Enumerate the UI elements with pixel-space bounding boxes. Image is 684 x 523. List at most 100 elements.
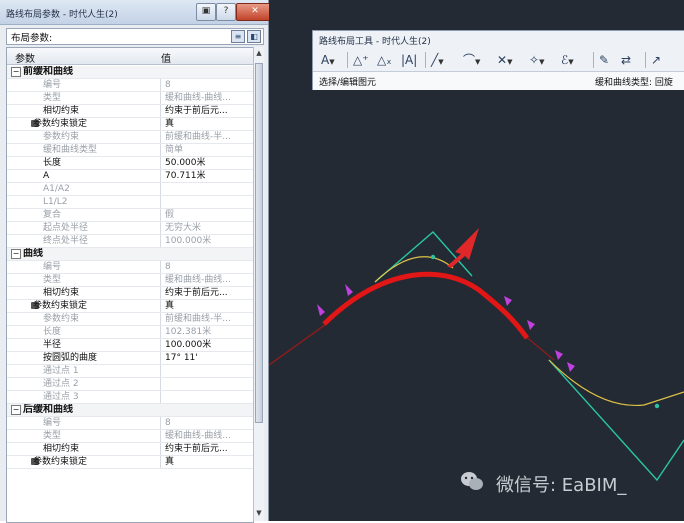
- layout-params-bar: 布局参数: ≡ ◧: [6, 28, 264, 45]
- parameter-value: 100.000米: [160, 235, 253, 247]
- curve-spiral-icon[interactable]: ✧▼: [529, 51, 544, 69]
- parameter-name: A: [43, 171, 50, 181]
- tangent-line-icon[interactable]: ╱▼: [431, 51, 444, 69]
- parameter-value[interactable]: 100.000米: [160, 339, 253, 351]
- parameter-row[interactable]: 类型 缓和曲线-曲线...: [7, 92, 253, 105]
- delete-PI-icon[interactable]: △ₓ: [377, 51, 392, 69]
- parameter-row[interactable]: 参数约束 前缓和曲线-半...: [7, 131, 253, 144]
- scroll-up-arrow-icon[interactable]: ▲: [255, 49, 263, 59]
- collapse-toggle-icon[interactable]: −: [11, 67, 21, 77]
- parameter-value[interactable]: 约束于前后元...: [160, 287, 253, 299]
- parameter-row[interactable]: 类型 缓和曲线-曲线...: [7, 274, 253, 287]
- parameter-value[interactable]: 约束于前后元...: [160, 105, 253, 117]
- parameter-value[interactable]: 真: [160, 118, 253, 130]
- parameter-value: 简单: [160, 144, 253, 156]
- parameter-row[interactable]: 编号 8: [7, 417, 253, 430]
- parameter-name: 曲线: [23, 248, 43, 259]
- scroll-down-arrow-icon[interactable]: ▼: [255, 509, 263, 519]
- parameter-row[interactable]: 缓和曲线类型 简单: [7, 144, 253, 157]
- parameter-value: 假: [160, 209, 253, 221]
- parameter-value: [160, 378, 253, 390]
- refresh-icon[interactable]: ◧: [247, 30, 261, 43]
- parameter-name: 相切约束: [43, 444, 80, 454]
- parameter-row[interactable]: 参数约束 前缓和曲线-半...: [7, 313, 253, 326]
- parameter-value[interactable]: 70.711米: [160, 170, 253, 182]
- parameter-row[interactable]: 参数约束锁定 真: [7, 118, 253, 131]
- parameter-row[interactable]: 类型 缓和曲线-曲线...: [7, 430, 253, 443]
- scroll-thumb[interactable]: [255, 63, 263, 423]
- parameter-row[interactable]: 相切约束 约束于前后元...: [7, 105, 253, 118]
- parameter-row[interactable]: 复合 假: [7, 209, 253, 222]
- group-row[interactable]: − 曲线: [7, 248, 253, 261]
- parameter-value: 8: [160, 79, 253, 91]
- parameter-row[interactable]: 参数约束锁定 真: [7, 300, 253, 313]
- parameter-row[interactable]: L1/L2: [7, 196, 253, 209]
- parameter-row[interactable]: 长度 102.381米: [7, 326, 253, 339]
- break-apart-icon[interactable]: |A|: [401, 51, 417, 69]
- parameter-value: 缓和曲线-曲线...: [160, 274, 253, 286]
- reverse-icon[interactable]: ⇄: [621, 51, 631, 69]
- parameter-row[interactable]: A1/A2: [7, 183, 253, 196]
- parameter-row[interactable]: 半径 100.000米: [7, 339, 253, 352]
- parameter-row[interactable]: 终点处半径 100.000米: [7, 235, 253, 248]
- toolbar-separator: [425, 52, 426, 68]
- parameter-name: 通过点 2: [43, 379, 79, 389]
- title-bar[interactable]: 路线布局参数 - 时代人生(2) ▣ ? ✕: [0, 0, 274, 25]
- parameter-row[interactable]: 通过点 3: [7, 391, 253, 404]
- parameter-row[interactable]: 起点处半径 无穷大米: [7, 222, 253, 235]
- grid-view-icon[interactable]: ≡: [231, 30, 245, 43]
- section-label: 布局参数:: [11, 33, 53, 44]
- parameter-name: 通过点 3: [43, 392, 79, 402]
- parameter-name: 通过点 1: [43, 366, 79, 376]
- parameter-row[interactable]: 按圆弧的曲度 17° 11': [7, 352, 253, 365]
- grip: [567, 362, 575, 372]
- add-PI-icon[interactable]: △⁺: [353, 51, 369, 69]
- group-row[interactable]: − 前缓和曲线: [7, 66, 253, 79]
- point-A-icon[interactable]: A▼: [321, 51, 335, 69]
- grip: [527, 320, 535, 330]
- collapse-toggle-icon[interactable]: −: [11, 249, 21, 259]
- pointer-arrow-icon: [447, 228, 479, 268]
- grip: [345, 284, 353, 296]
- parameter-row[interactable]: 编号 8: [7, 261, 253, 274]
- parameter-name: L1/L2: [43, 197, 68, 207]
- parameter-value[interactable]: 50.000米: [160, 157, 253, 169]
- parameter-name: 相切约束: [43, 106, 80, 116]
- parameter-row[interactable]: 通过点 2: [7, 378, 253, 391]
- toolbar-title: 路线布局工具 - 时代人生(2): [319, 37, 431, 47]
- parameter-row[interactable]: 长度 50.000米: [7, 157, 253, 170]
- parameter-row[interactable]: 相切约束 约束于前后元...: [7, 443, 253, 456]
- parameter-value[interactable]: 约束于前后元...: [160, 443, 253, 455]
- parameter-row[interactable]: 相切约束 约束于前后元...: [7, 287, 253, 300]
- help-button[interactable]: ?: [216, 3, 236, 21]
- curve-icon[interactable]: ⌒▼: [463, 51, 480, 69]
- parameter-grid: 参数 值 − 前缓和曲线 编号 8 类型 缓和曲线-曲线... 相切约束 约束于前后元... 参…: [6, 47, 254, 523]
- collapse-toggle-icon[interactable]: −: [11, 405, 21, 415]
- spiral-curve: [374, 256, 454, 283]
- status-left: 选择/编辑图元: [319, 78, 377, 88]
- parameter-value: [160, 66, 253, 78]
- group-row[interactable]: − 后缓和曲线: [7, 404, 253, 417]
- parameter-row[interactable]: 参数约束锁定 真: [7, 456, 253, 469]
- more-tools-icon[interactable]: ↗: [651, 51, 661, 69]
- parameter-value[interactable]: 真: [160, 456, 253, 468]
- parameter-row[interactable]: 编号 8: [7, 79, 253, 92]
- parameter-value[interactable]: 17° 11': [160, 352, 253, 364]
- vertical-scrollbar[interactable]: ▲ ▼: [253, 47, 264, 521]
- parameter-name: 类型: [43, 93, 62, 103]
- parameter-name: 按圆弧的曲度: [43, 353, 98, 363]
- toolbar-separator: [347, 52, 348, 68]
- parameter-value[interactable]: 真: [160, 300, 253, 312]
- parameter-row[interactable]: 通过点 1: [7, 365, 253, 378]
- grip: [317, 304, 325, 316]
- free-curve-icon[interactable]: ℰ▼: [561, 51, 574, 69]
- grip: [504, 296, 512, 306]
- parameter-name: 前缓和曲线: [23, 66, 73, 77]
- parameter-row[interactable]: A 70.711米: [7, 170, 253, 183]
- grip: [555, 350, 563, 360]
- pin-button[interactable]: ▣: [196, 3, 216, 21]
- parameter-value: [160, 248, 253, 260]
- parameter-value: 8: [160, 417, 253, 429]
- edit-icon[interactable]: ✎: [599, 51, 609, 69]
- spiral-icon[interactable]: ✕▼: [497, 51, 512, 69]
